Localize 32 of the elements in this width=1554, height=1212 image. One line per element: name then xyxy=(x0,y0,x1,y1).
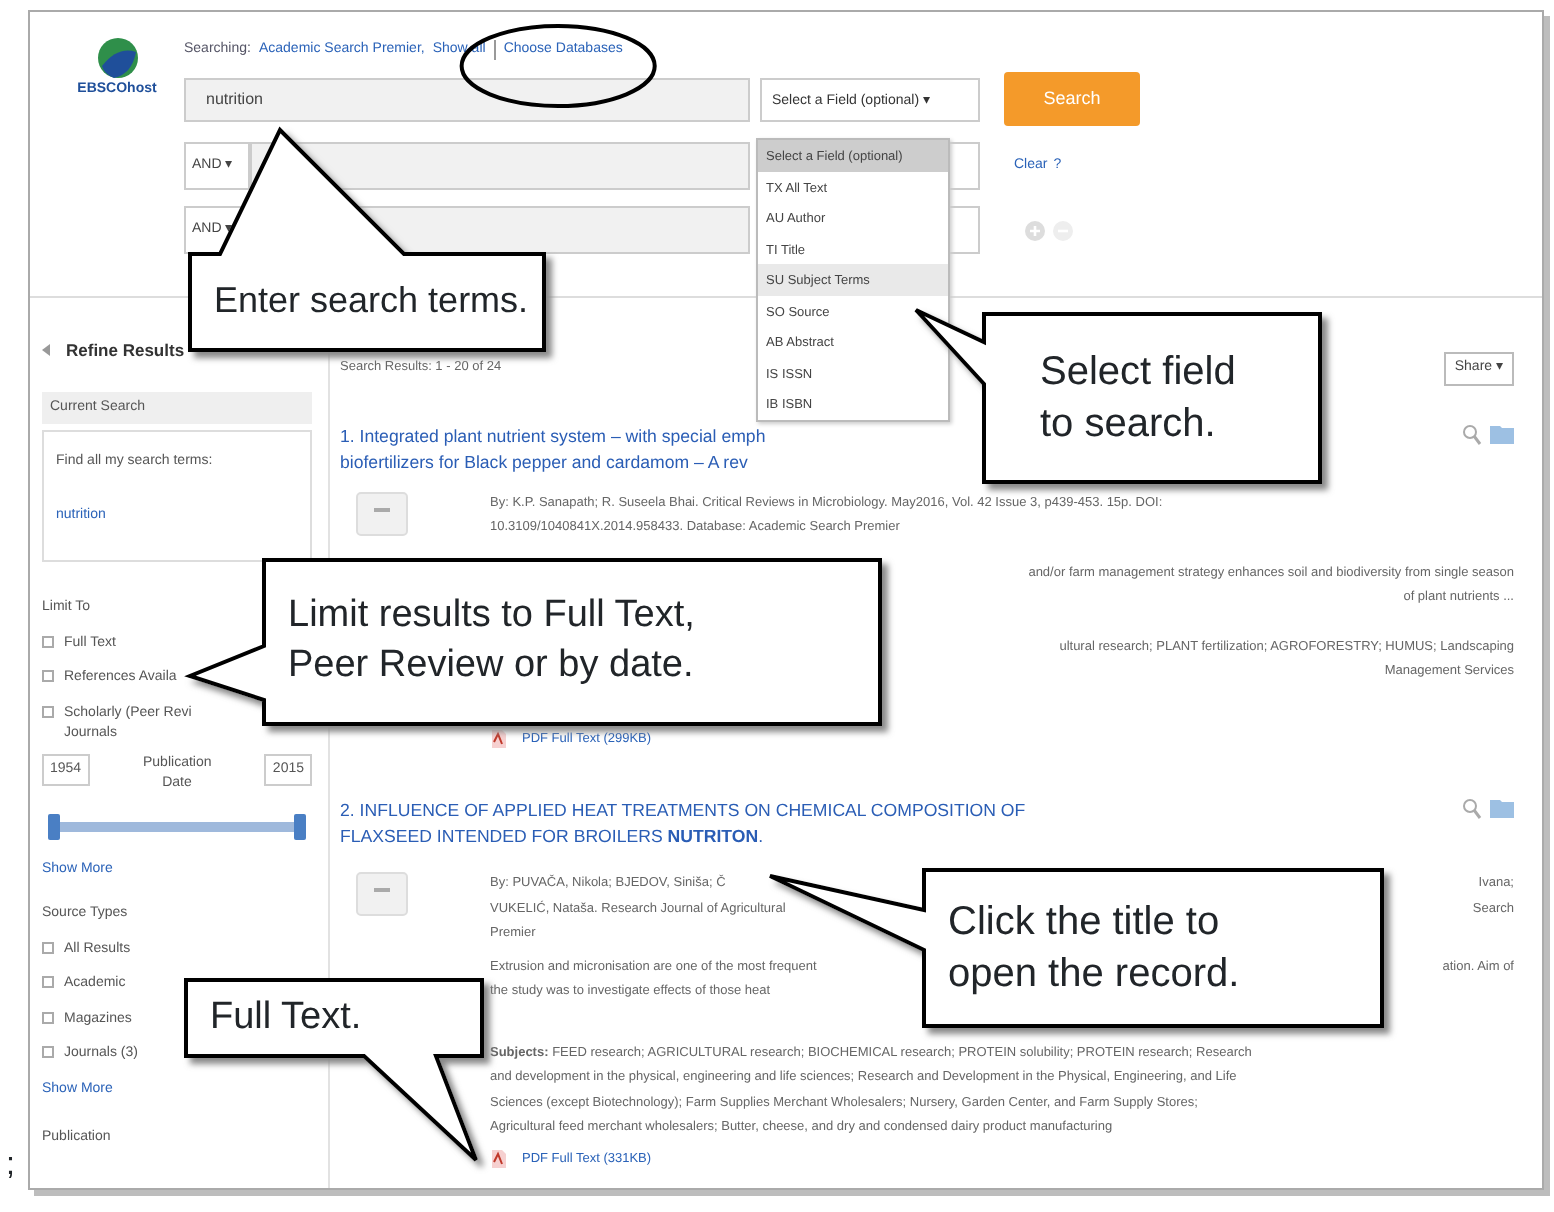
pdf-icon xyxy=(490,1150,506,1169)
margin-note: ; xyxy=(6,1146,15,1186)
checkbox[interactable] xyxy=(42,976,54,989)
result-title-link[interactable]: 1. Integrated plant nutrient system – with special emph xyxy=(340,423,766,449)
checkbox[interactable] xyxy=(42,635,54,648)
checkbox[interactable] xyxy=(42,670,54,683)
callout-text: Enter search terms. xyxy=(214,278,529,325)
add-row-icon[interactable] xyxy=(1024,219,1046,241)
checkbox[interactable] xyxy=(42,941,54,954)
preview-icon[interactable] xyxy=(1462,423,1482,445)
preview-icon[interactable] xyxy=(1462,798,1482,821)
slider-handle[interactable] xyxy=(48,813,60,840)
checkbox[interactable] xyxy=(42,1046,54,1059)
document-icon xyxy=(356,872,408,917)
slider-handle[interactable] xyxy=(294,813,306,840)
callout-text: Full Text. xyxy=(210,993,362,1042)
sidebar-title: Refine Results xyxy=(66,338,185,364)
pdf-icon xyxy=(490,729,506,748)
folder-icon[interactable] xyxy=(1490,423,1514,443)
callout-text: Limit results to Full Text, Peer Review or by date. xyxy=(288,592,695,690)
checkbox[interactable] xyxy=(42,1011,54,1024)
logo-icon xyxy=(95,36,139,80)
result-title-link[interactable]: 2. INFLUENCE OF APPLIED HEAT TREATMENTS ON CHEMICAL COMPOSITION OF xyxy=(340,798,1026,825)
result-title-link[interactable]: FLAXSEED INTENDED FOR BROILERS NUTRITON. xyxy=(340,824,1026,851)
search-field[interactable]: nutrition xyxy=(184,77,750,121)
result-title-link[interactable]: biofertilizers for Black pepper and cardamom – A rev xyxy=(340,449,766,475)
checkbox[interactable] xyxy=(42,705,54,718)
document-icon xyxy=(356,491,408,535)
folder-icon[interactable] xyxy=(1490,798,1514,819)
collapse-icon[interactable] xyxy=(42,344,50,357)
callout-text: Click the title to open the record. xyxy=(948,898,1240,1000)
callout-text: Select field to search. xyxy=(1040,348,1236,450)
